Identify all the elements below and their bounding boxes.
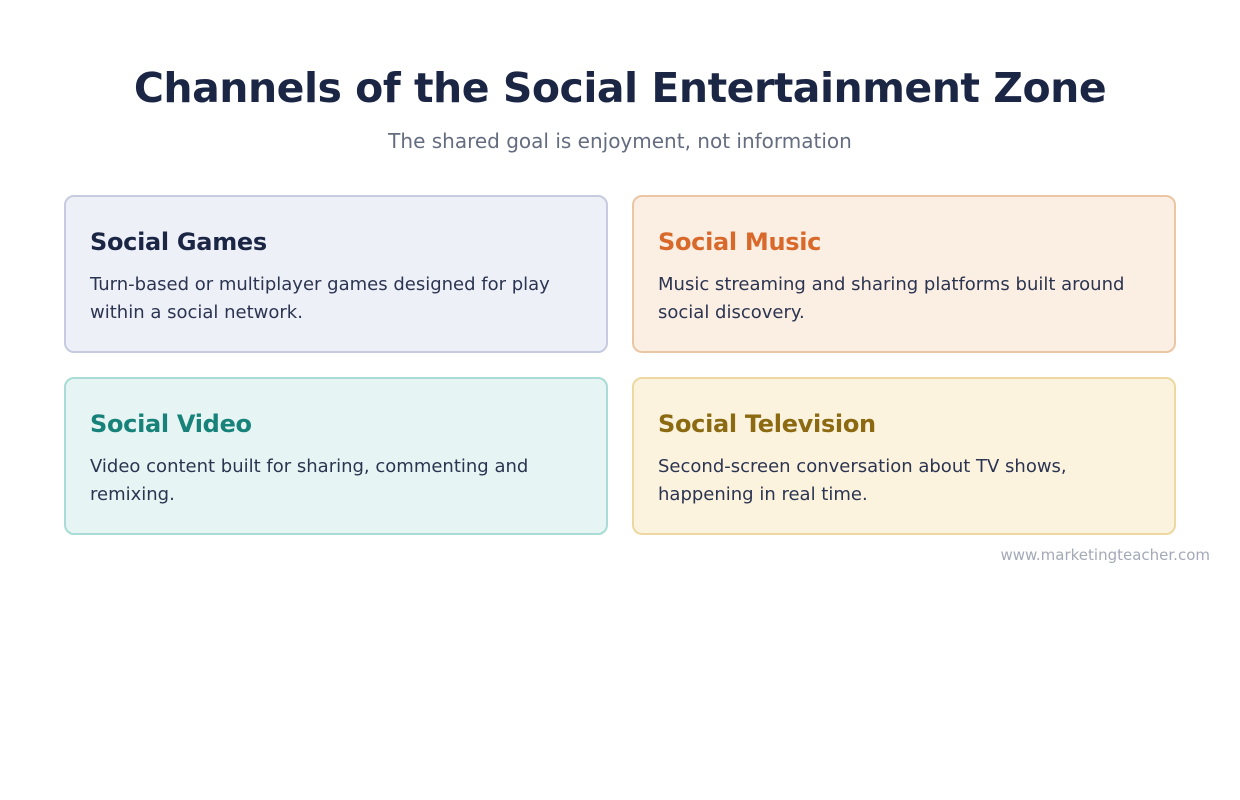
card-description: Video content built for sharing, comment… (90, 456, 529, 505)
page-subtitle: The shared goal is enjoyment, not inform… (388, 129, 852, 153)
page-title: Channels of the Social Entertainment Zon… (133, 64, 1107, 112)
card-title: Social Television (658, 410, 876, 438)
card-title: Social Video (90, 410, 252, 438)
card-social-television: Social Television Second-screen conversa… (632, 377, 1176, 535)
channel-grid: Social Games Turn-based or multiplayer g… (64, 195, 1176, 535)
card-description: Second-screen conversation about TV show… (658, 456, 1067, 505)
card-description: Turn-based or multiplayer games designed… (90, 274, 550, 323)
card-social-video: Social Video Video content built for sha… (64, 377, 608, 535)
card-title: Social Music (658, 228, 822, 256)
card-title: Social Games (90, 228, 267, 256)
card-description: Music streaming and sharing platforms bu… (658, 274, 1125, 323)
card-social-games: Social Games Turn-based or multiplayer g… (64, 195, 608, 353)
card-social-music: Social Music Music streaming and sharing… (632, 195, 1176, 353)
source-credit: www.marketingteacher.com (1000, 546, 1210, 564)
